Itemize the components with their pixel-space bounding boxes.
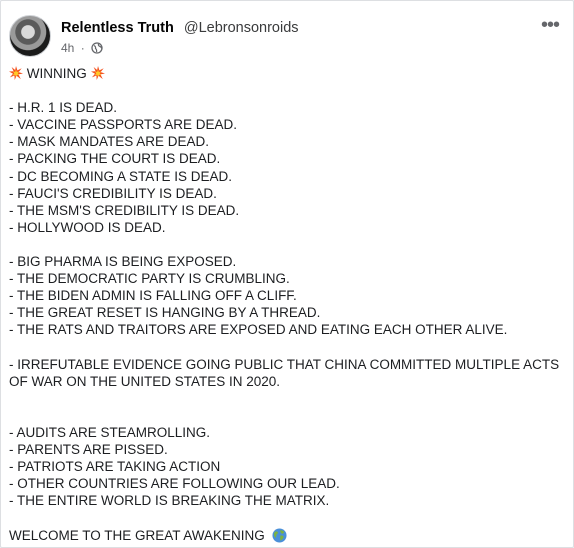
list-item: - PATRIOTS ARE TAKING ACTION [9, 459, 221, 475]
list-item: - THE GREAT RESET IS HANGING BY A THREAD… [9, 305, 321, 321]
list-item: - AUDITS ARE STEAMROLLING. [9, 424, 211, 440]
post-meta: 4h · [61, 40, 103, 56]
author-line: Relentless Truth @Lebronsonroids [61, 19, 299, 37]
author-handle[interactable]: @Lebronsonroids [184, 20, 299, 36]
list-item: - PARENTS ARE PISSED. [9, 442, 168, 458]
collision-emoji-icon [9, 66, 23, 80]
list-item: - THE DEMOCRATIC PARTY IS CRUMBLING. [9, 271, 290, 287]
post-card: Relentless Truth @Lebronsonroids 4h · ••… [0, 0, 574, 548]
list-item: - OTHER COUNTRIES ARE FOLLOWING OUR LEAD… [9, 476, 340, 492]
post-header: Relentless Truth @Lebronsonroids 4h · ••… [9, 15, 565, 59]
list-item: - HOLLYWOOD IS DEAD. [9, 219, 166, 235]
list-item: - BIG PHARMA IS BEING EXPOSED. [9, 254, 237, 270]
list-item: - PACKING THE COURT IS DEAD. [9, 151, 221, 167]
list-item: - MASK MANDATES ARE DEAD. [9, 134, 210, 150]
author-name[interactable]: Relentless Truth [61, 20, 174, 36]
list-item: - DC BECOMING A STATE IS DEAD. [9, 168, 233, 184]
list-group-dead: - H.R. 1 IS DEAD. - VACCINE PASSPORTS AR… [9, 99, 565, 236]
post-timestamp[interactable]: 4h [61, 41, 74, 55]
post-headline: WINNING [9, 65, 565, 82]
list-group-exposed: - BIG PHARMA IS BEING EXPOSED. - THE DEM… [9, 253, 565, 338]
meta-separator: · [80, 41, 85, 55]
list-group-evidence: - IRREFUTABLE EVIDENCE GOING PUBLIC THAT… [9, 356, 565, 390]
more-options-button[interactable]: ••• [537, 15, 563, 39]
list-item: - THE ENTIRE WORLD IS BREAKING THE MATRI… [9, 493, 330, 509]
list-item: - THE MSM'S CREDIBILITY IS DEAD. [9, 202, 240, 218]
closing-text: WELCOME TO THE GREAT AWAKENING [9, 527, 265, 543]
list-item: - H.R. 1 IS DEAD. [9, 100, 118, 116]
list-group-action: - AUDITS ARE STEAMROLLING. - PARENTS ARE… [9, 424, 565, 509]
avatar[interactable] [9, 15, 51, 57]
post-body: WINNING - H.R. 1 IS DEAD. - VACCINE PASS… [9, 65, 565, 544]
globe-icon[interactable] [91, 42, 103, 54]
list-item: - FAUCI'S CREDIBILITY IS DEAD. [9, 185, 217, 201]
list-item: - THE BIDEN ADMIN IS FALLING OFF A CLIFF… [9, 288, 297, 304]
list-item: - VACCINE PASSPORTS ARE DEAD. [9, 117, 238, 133]
list-item: - THE RATS AND TRAITORS ARE EXPOSED AND … [9, 322, 508, 338]
list-item: - IRREFUTABLE EVIDENCE GOING PUBLIC THAT… [9, 356, 560, 389]
post-closing: WELCOME TO THE GREAT AWAKENING [9, 527, 565, 544]
headline-text: WINNING [26, 66, 87, 81]
earth-globe-icon [272, 528, 287, 543]
collision-emoji-icon [90, 66, 105, 80]
